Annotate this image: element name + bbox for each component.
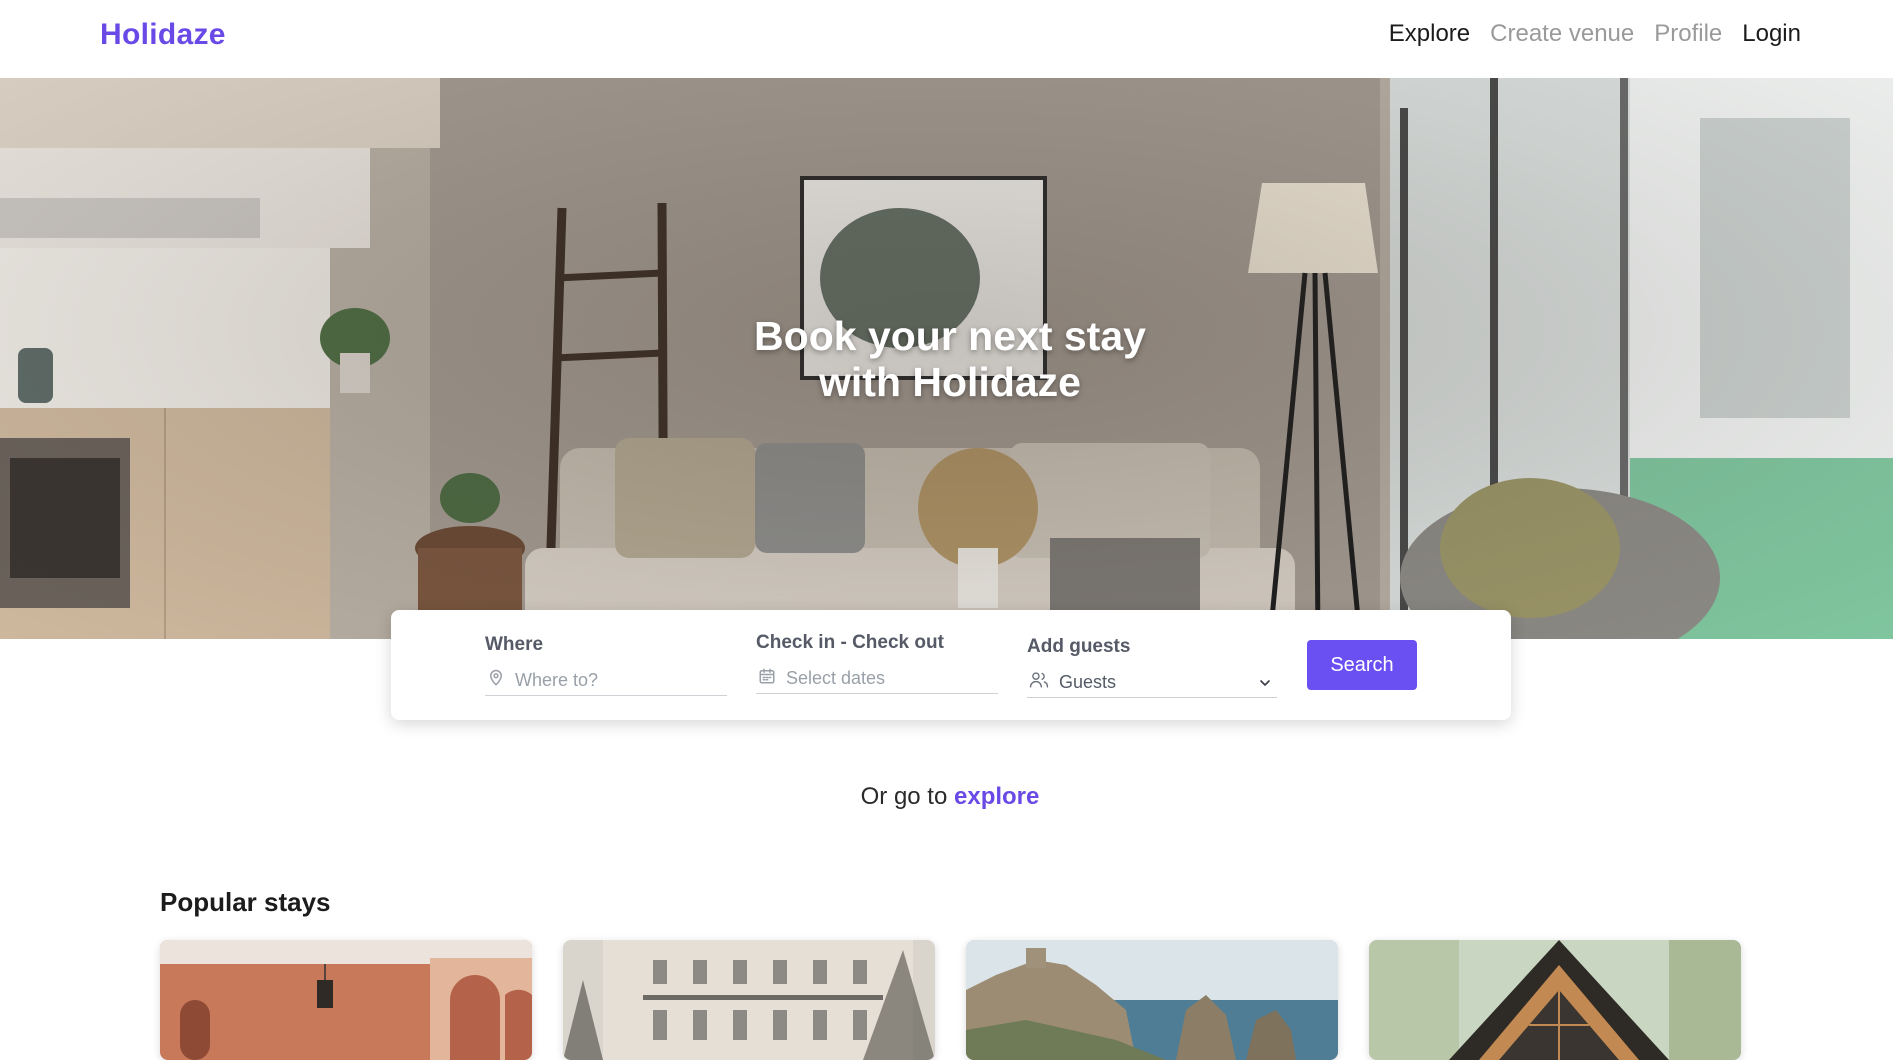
guests-value: Guests bbox=[1059, 672, 1117, 692]
stay-card-image bbox=[1369, 940, 1741, 1060]
nav-explore[interactable]: Explore bbox=[1389, 20, 1470, 48]
hero-banner: Book your next stay with Holidaze bbox=[0, 78, 1893, 639]
search-card: Where Check in - Check out bbox=[391, 610, 1511, 720]
stay-card[interactable] bbox=[966, 940, 1338, 1060]
map-pin-icon bbox=[487, 669, 505, 692]
guests-field-group: Add guests Guests bbox=[1027, 636, 1277, 698]
where-input-wrapper[interactable] bbox=[485, 666, 727, 696]
chevron-down-icon bbox=[1257, 675, 1273, 696]
site-header: Holidaze Explore Create venue Profile Lo… bbox=[0, 0, 1893, 78]
search-button[interactable]: Search bbox=[1307, 640, 1417, 690]
explore-prompt: Or go to explore bbox=[0, 783, 1893, 811]
nav-login[interactable]: Login bbox=[1742, 20, 1801, 48]
nav-create-venue[interactable]: Create venue bbox=[1490, 20, 1634, 48]
dates-input-wrapper[interactable] bbox=[756, 664, 998, 694]
hero-title-line-2: with Holidaze bbox=[819, 359, 1081, 405]
where-input[interactable] bbox=[515, 670, 715, 691]
users-icon bbox=[1029, 671, 1049, 694]
hero-title: Book your next stay with Holidaze bbox=[0, 313, 1893, 405]
guests-label: Add guests bbox=[1027, 636, 1131, 657]
brand-logo[interactable]: Holidaze bbox=[100, 18, 226, 52]
stay-card-image bbox=[563, 940, 935, 1060]
hero-title-line-1: Book your next stay bbox=[754, 313, 1146, 359]
dates-input[interactable] bbox=[786, 668, 986, 689]
explore-prefix: Or go to bbox=[860, 783, 948, 810]
stay-card[interactable] bbox=[563, 940, 935, 1060]
main-nav: Explore Create venue Profile Login bbox=[1389, 20, 1801, 48]
nav-profile[interactable]: Profile bbox=[1654, 20, 1722, 48]
guests-select[interactable]: Guests bbox=[1027, 668, 1277, 698]
dates-field-group: Check in - Check out bbox=[756, 632, 998, 694]
dates-label: Check in - Check out bbox=[756, 632, 944, 653]
stay-card-image bbox=[966, 940, 1338, 1060]
stay-card-image bbox=[160, 940, 532, 1060]
popular-stays-title: Popular stays bbox=[160, 887, 331, 917]
where-field-group: Where bbox=[485, 634, 727, 696]
stay-card[interactable] bbox=[1369, 940, 1741, 1060]
stay-card[interactable] bbox=[160, 940, 532, 1060]
explore-link[interactable]: explore bbox=[954, 783, 1039, 810]
where-label: Where bbox=[485, 634, 544, 655]
calendar-icon bbox=[758, 667, 776, 690]
